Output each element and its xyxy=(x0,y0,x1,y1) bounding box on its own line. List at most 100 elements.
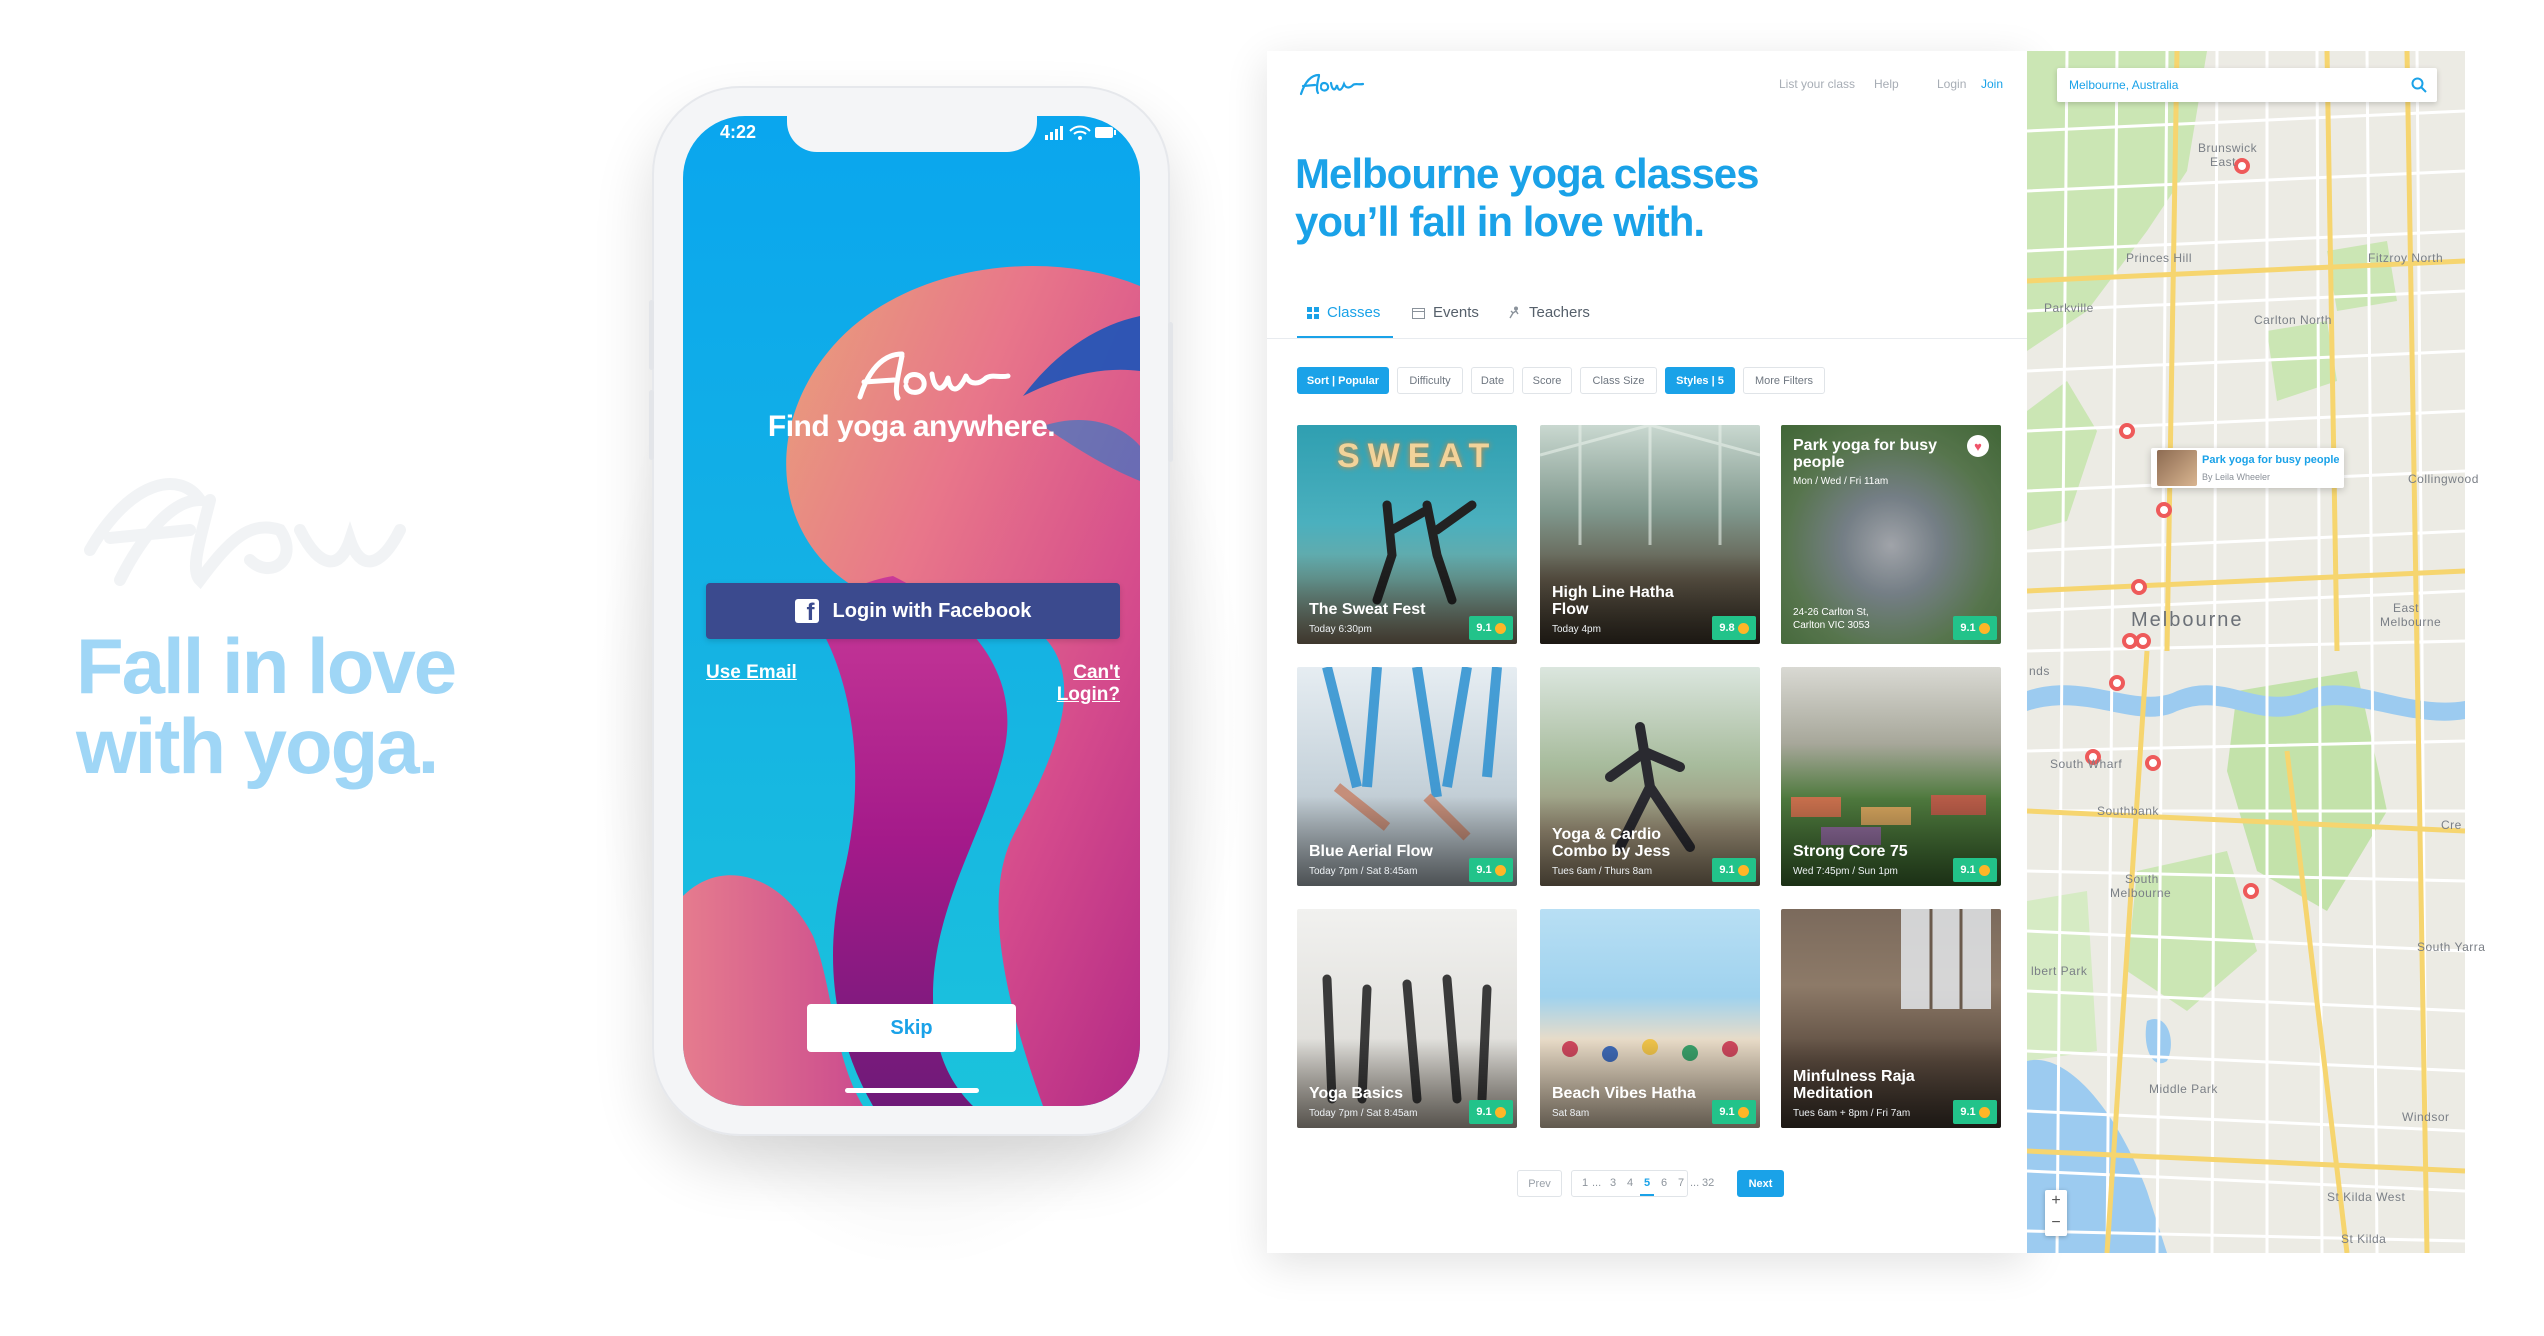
map-label-albert-park: lbert Park xyxy=(2031,964,2088,978)
teacher-avatar xyxy=(2157,450,2197,486)
card-score-value: 9.8 xyxy=(1719,622,1735,634)
card-title: Minfulness Raja Meditation xyxy=(1793,1068,1915,1102)
page-1[interactable]: 1 xyxy=(1582,1177,1588,1189)
pagination-prev[interactable]: Prev xyxy=(1517,1170,1562,1197)
card-time: Tues 6am + 8pm / Fri 7am xyxy=(1793,1108,1911,1119)
map-label-melbourne: Melbourne xyxy=(2131,609,2244,631)
nav-list-your-class[interactable]: List your class xyxy=(1779,77,1855,91)
smile-icon xyxy=(1737,622,1749,634)
card-time: Today 7pm / Sat 8:45am xyxy=(1309,1108,1418,1119)
card-address: 24-26 Carlton St, Carlton VIC 3053 xyxy=(1793,606,1870,632)
use-email-link[interactable]: Use Email xyxy=(706,662,797,684)
card-score-value: 9.1 xyxy=(1960,622,1976,634)
class-card[interactable]: Yoga & Cardio Combo by Jess Tues 6am / T… xyxy=(1540,667,1760,886)
page-7[interactable]: 7 xyxy=(1678,1177,1684,1189)
page-5-current[interactable]: 5 xyxy=(1644,1177,1650,1189)
filter-more[interactable]: More Filters xyxy=(1743,367,1825,394)
smile-icon xyxy=(1494,1106,1506,1118)
popup-title[interactable]: Park yoga for busy people xyxy=(2202,454,2340,466)
zoom-out-button[interactable]: − xyxy=(2045,1212,2067,1234)
page-3[interactable]: 3 xyxy=(1610,1177,1616,1189)
wifi-icon xyxy=(1069,125,1091,135)
phone-volume-up xyxy=(649,300,654,370)
login-facebook-button[interactable]: f Login with Facebook xyxy=(706,583,1120,639)
filter-score[interactable]: Score xyxy=(1522,367,1572,394)
facebook-icon: f xyxy=(794,599,819,625)
card-score: 9.8 xyxy=(1712,616,1756,640)
tab-events[interactable]: Events xyxy=(1412,304,1479,321)
battery-icon xyxy=(1095,127,1116,138)
map-label-edge-west: nds xyxy=(2029,664,2050,678)
phone-volume-down xyxy=(649,390,654,460)
card-address-line-2: Carlton VIC 3053 xyxy=(1793,620,1870,631)
zoom-in-button[interactable]: + xyxy=(2045,1190,2067,1212)
card-score: 9.1 xyxy=(1469,616,1513,640)
card-score: 9.1 xyxy=(1469,1100,1513,1124)
hero-line-1: Melbourne yoga classes xyxy=(1295,150,1760,197)
tab-teachers[interactable]: Teachers xyxy=(1508,304,1590,321)
page-6[interactable]: 6 xyxy=(1661,1177,1667,1189)
current-page-underline xyxy=(1640,1194,1654,1196)
class-card[interactable]: Beach Vibes Hatha Sat 8am 9.1 xyxy=(1540,909,1760,1128)
phone-notch xyxy=(787,116,1037,152)
filter-styles[interactable]: Styles | 5 xyxy=(1665,367,1735,394)
map-canvas[interactable] xyxy=(2027,51,2465,1253)
card-score-value: 9.1 xyxy=(1719,864,1735,876)
card-score: 9.1 xyxy=(1953,1100,1997,1124)
calendar-icon xyxy=(1412,307,1425,319)
skip-button[interactable]: Skip xyxy=(807,1004,1016,1052)
class-card[interactable]: High Line Hatha Flow Today 4pm 9.8 xyxy=(1540,425,1760,644)
card-time: Wed 7:45pm / Sun 1pm xyxy=(1793,866,1898,877)
pagination-next[interactable]: Next xyxy=(1737,1170,1784,1197)
site-flow-logo[interactable] xyxy=(1297,70,1365,98)
page-ellipsis: ... xyxy=(1690,1177,1700,1189)
map-label-parkville: Parkville xyxy=(2044,301,2094,315)
status-time: 4:22 xyxy=(720,122,757,142)
tab-classes[interactable]: Classes xyxy=(1307,304,1380,321)
smile-icon xyxy=(1737,1106,1749,1118)
class-card[interactable]: SWEAT The Sweat Fest Today 6:30pm 9.1 xyxy=(1297,425,1517,644)
map-panel[interactable] xyxy=(2027,51,2465,1253)
card-title: Yoga Basics xyxy=(1309,1085,1403,1102)
class-card-featured[interactable]: Park yoga for busy people Mon / Wed / Fr… xyxy=(1781,425,2001,644)
nav-help[interactable]: Help xyxy=(1874,77,1899,91)
hero-heading: Melbourne yoga classes you’ll fall in lo… xyxy=(1295,150,1855,246)
class-card[interactable]: Yoga Basics Today 7pm / Sat 8:45am 9.1 xyxy=(1297,909,1517,1128)
nav-join[interactable]: Join xyxy=(1981,77,2003,91)
class-card[interactable]: Strong Core 75 Wed 7:45pm / Sun 1pm 9.1 xyxy=(1781,667,2001,886)
nav-login[interactable]: Login xyxy=(1937,77,1966,91)
filter-date[interactable]: Date xyxy=(1471,367,1514,394)
card-score-value: 9.1 xyxy=(1476,622,1492,634)
card-title: High Line Hatha Flow xyxy=(1552,584,1674,618)
card-title: Blue Aerial Flow xyxy=(1309,843,1433,860)
cant-login-link[interactable]: Can't Login? xyxy=(1010,662,1120,706)
card-address-line-1: 24-26 Carlton St, xyxy=(1793,607,1869,618)
card-time: Today 6:30pm xyxy=(1309,624,1372,635)
filter-sort[interactable]: Sort | Popular xyxy=(1297,367,1389,394)
map-label-fitzroy-north: Fitzroy North xyxy=(2368,251,2444,265)
class-card[interactable]: Minfulness Raja Meditation Tues 6am + 8p… xyxy=(1781,909,2001,1128)
heart-icon[interactable]: ♥ xyxy=(1967,435,1989,457)
card-score: 9.1 xyxy=(1953,616,1997,640)
map-label-brunswick-east: East xyxy=(2210,155,2237,169)
phone-side-button xyxy=(1168,322,1173,462)
filter-difficulty[interactable]: Difficulty xyxy=(1397,367,1463,394)
map-search-input[interactable]: Melbourne, Australia xyxy=(2057,68,2437,102)
search-icon[interactable] xyxy=(2410,76,2428,94)
card-time: Today 7pm / Sat 8:45am xyxy=(1309,866,1418,877)
smile-icon xyxy=(1978,622,1990,634)
card-score-value: 9.1 xyxy=(1476,864,1492,876)
page-4[interactable]: 4 xyxy=(1627,1177,1633,1189)
class-card[interactable]: Blue Aerial Flow Today 7pm / Sat 8:45am … xyxy=(1297,667,1517,886)
map-label-east-melbourne-1: East xyxy=(2393,601,2420,615)
card-score: 9.1 xyxy=(1469,858,1513,882)
hero-line-2: you’ll fall in love with. xyxy=(1295,198,1705,245)
smile-icon xyxy=(1978,1106,1990,1118)
filter-class-size[interactable]: Class Size xyxy=(1580,367,1657,394)
page-32[interactable]: 32 xyxy=(1702,1177,1714,1189)
person-icon xyxy=(1509,306,1519,319)
faded-logo-watermark xyxy=(84,478,406,590)
card-title: Park yoga for busy people xyxy=(1793,437,1938,471)
card-score: 9.1 xyxy=(1712,1100,1756,1124)
sweat-sign: SWEAT xyxy=(1337,437,1498,475)
